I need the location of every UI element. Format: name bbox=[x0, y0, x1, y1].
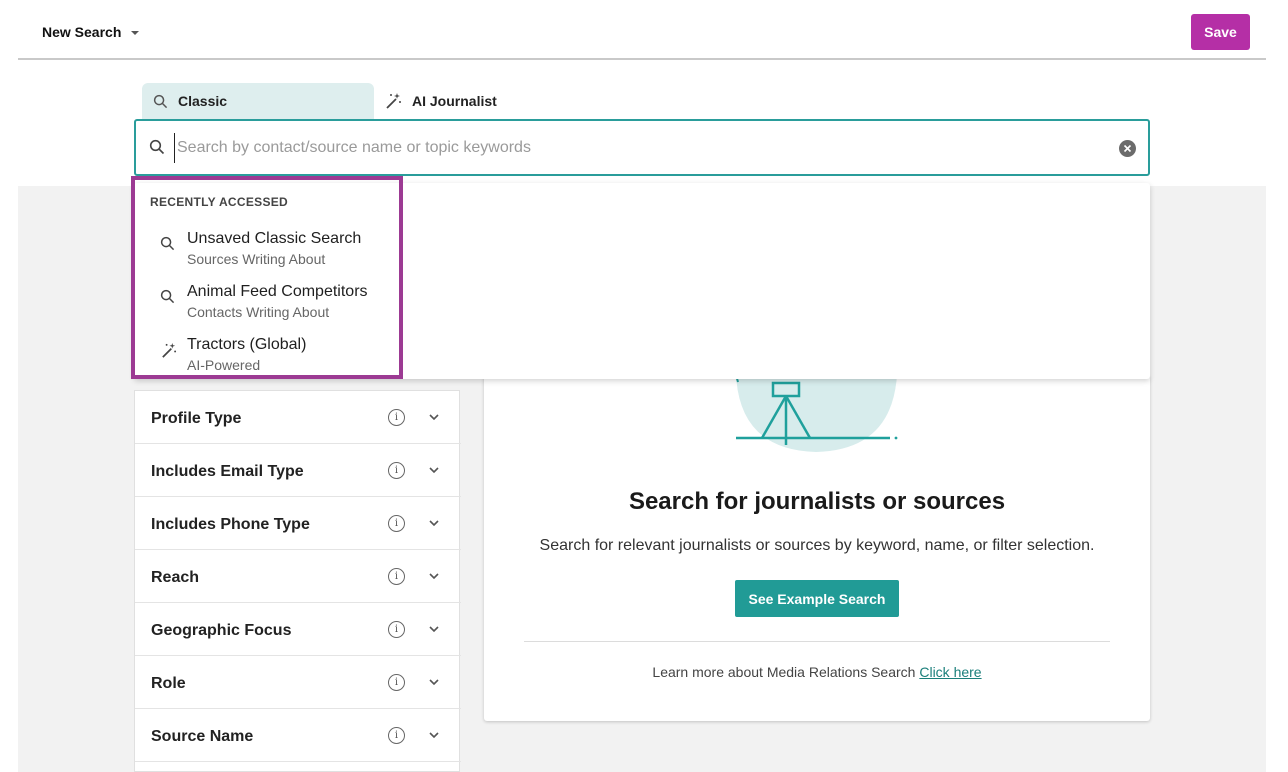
filter-label: Role bbox=[151, 675, 186, 692]
close-icon bbox=[1123, 144, 1132, 153]
filter-label: Includes Email Type bbox=[151, 463, 304, 480]
page-title: New Search bbox=[42, 24, 122, 40]
learn-more-text: Learn more about Media Relations Search … bbox=[484, 664, 1150, 680]
empty-state-divider bbox=[524, 641, 1110, 642]
filter-label: Geographic Focus bbox=[151, 622, 292, 639]
search-box bbox=[134, 119, 1150, 176]
filter-role[interactable]: Role i bbox=[135, 656, 461, 709]
search-input[interactable] bbox=[174, 133, 1104, 163]
telescope-illustration-icon bbox=[735, 374, 898, 452]
filter-label: Profile Type bbox=[151, 410, 242, 427]
save-button[interactable]: Save bbox=[1191, 14, 1250, 50]
recently-accessed-highlight bbox=[131, 176, 403, 379]
filter-includes-email-type[interactable]: Includes Email Type i bbox=[135, 444, 461, 497]
tab-ai-journalist-label: AI Journalist bbox=[412, 93, 497, 109]
filter-profile-type[interactable]: Profile Type i bbox=[135, 391, 461, 444]
search-icon bbox=[153, 94, 168, 108]
chevron-down-icon[interactable] bbox=[428, 517, 440, 529]
chevron-down-icon[interactable] bbox=[428, 464, 440, 476]
info-icon[interactable]: i bbox=[388, 621, 405, 638]
chevron-down-icon bbox=[131, 31, 140, 35]
filter-reach[interactable]: Reach i bbox=[135, 550, 461, 603]
search-icon bbox=[149, 139, 165, 155]
filters-panel: Profile Type i Includes Email Type i Inc… bbox=[134, 390, 461, 772]
filter-label: Source Name bbox=[151, 728, 254, 745]
filter-source-name[interactable]: Source Name i bbox=[135, 709, 461, 762]
info-icon[interactable]: i bbox=[388, 674, 405, 691]
click-here-link[interactable]: Click here bbox=[919, 664, 981, 680]
tab-ai-journalist[interactable]: AI Journalist bbox=[376, 83, 556, 119]
new-search-menu[interactable]: New Search bbox=[42, 24, 140, 40]
magic-wand-icon bbox=[386, 93, 401, 109]
empty-state-description: Search for relevant journalists or sourc… bbox=[539, 537, 1095, 554]
learn-more-label: Learn more about Media Relations Search bbox=[652, 664, 916, 680]
tab-classic-label: Classic bbox=[178, 93, 228, 109]
info-icon[interactable]: i bbox=[388, 462, 405, 479]
filter-includes-phone-type[interactable]: Includes Phone Type i bbox=[135, 497, 461, 550]
clear-icon[interactable] bbox=[1119, 140, 1136, 157]
filter-label: Includes Phone Type bbox=[151, 516, 310, 533]
chevron-down-icon[interactable] bbox=[428, 411, 440, 423]
info-icon[interactable]: i bbox=[388, 515, 405, 532]
chevron-down-icon[interactable] bbox=[428, 676, 440, 688]
empty-state-title: Search for journalists or sources bbox=[628, 488, 1006, 515]
filter-geographic-focus[interactable]: Geographic Focus i bbox=[135, 603, 461, 656]
tab-classic[interactable]: Classic bbox=[142, 83, 374, 119]
info-icon[interactable]: i bbox=[388, 409, 405, 426]
info-icon[interactable]: i bbox=[388, 727, 405, 744]
info-icon[interactable]: i bbox=[388, 568, 405, 585]
chevron-down-icon[interactable] bbox=[428, 623, 440, 635]
chevron-down-icon[interactable] bbox=[428, 729, 440, 741]
top-bar: New Search Save bbox=[0, 0, 1288, 60]
see-example-search-button[interactable]: See Example Search bbox=[735, 580, 899, 617]
chevron-down-icon[interactable] bbox=[428, 570, 440, 582]
filter-label: Reach bbox=[151, 569, 200, 586]
